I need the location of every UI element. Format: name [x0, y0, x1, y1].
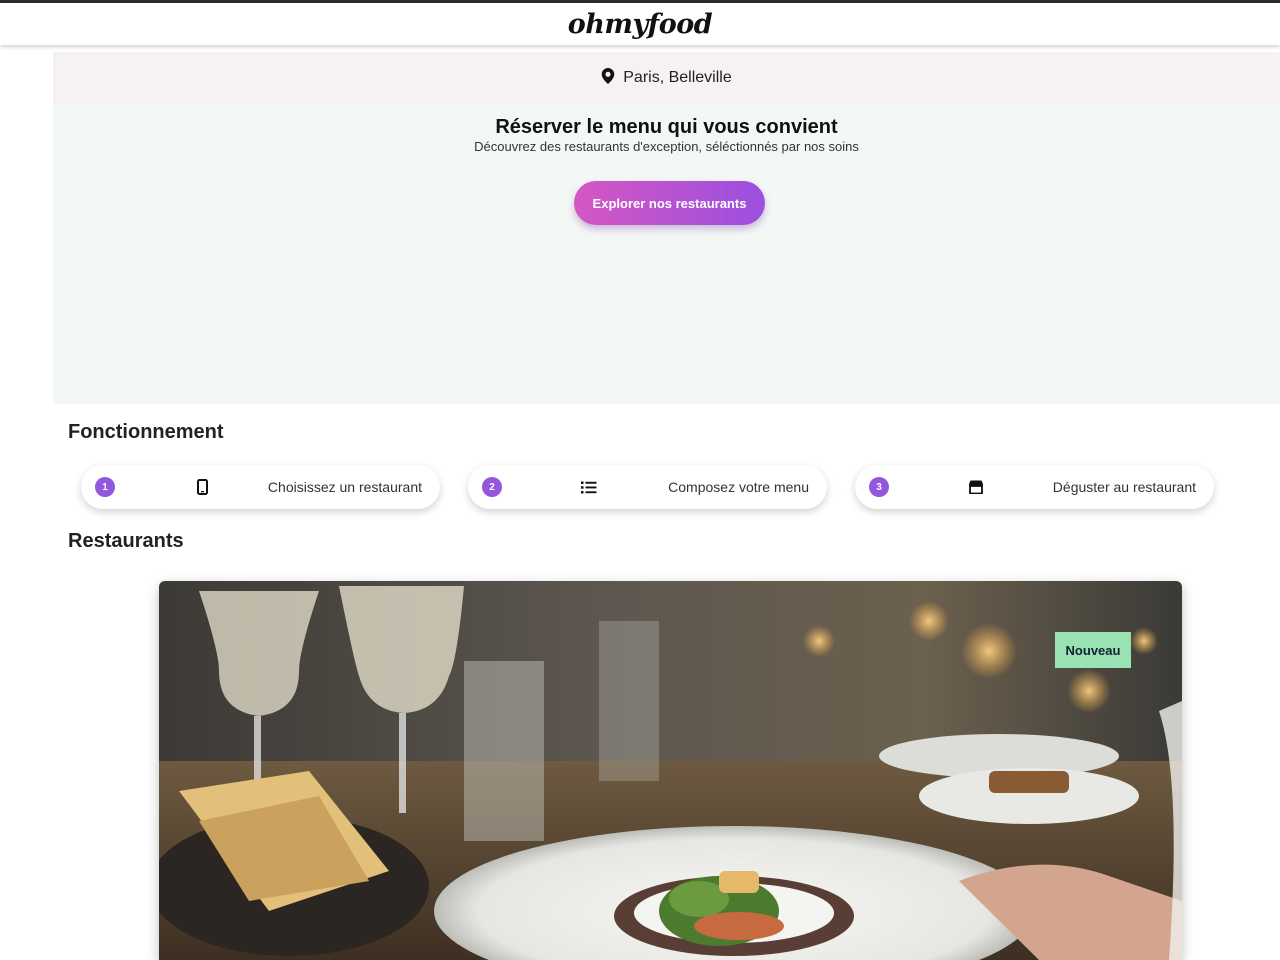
hero-title: Réserver le menu qui vous convient	[495, 116, 838, 138]
step-number: 3	[869, 477, 889, 497]
page-content: Paris, Belleville Réserver le menu qui v…	[53, 45, 1280, 960]
new-badge: Nouveau	[1055, 632, 1131, 668]
step-choose-restaurant: 1 Choisissez un restaurant	[81, 465, 440, 509]
restaurant-table-photo	[159, 581, 1182, 960]
list-icon	[580, 478, 598, 496]
step-number: 1	[95, 477, 115, 497]
location-label: Paris, Belleville	[623, 69, 732, 86]
explore-restaurants-button[interactable]: Explorer nos restaurants	[574, 181, 765, 225]
step-label: Composez votre menu	[668, 479, 809, 495]
step-compose-menu: 2 Composez votre menu	[468, 465, 827, 509]
location-bar: Paris, Belleville	[53, 52, 1280, 104]
step-taste-restaurant: 3 Déguster au restaurant	[855, 465, 1214, 509]
steps-list: 1 Choisissez un restaurant 2 Composez vo…	[81, 465, 1216, 513]
site-header: ohmyfood	[0, 3, 1280, 45]
store-icon	[967, 478, 985, 496]
smartphone-icon	[193, 478, 211, 496]
restaurants-title: Restaurants	[68, 530, 184, 552]
hero-subtitle: Découvrez des restaurants d'exception, s…	[474, 139, 859, 154]
step-label: Déguster au restaurant	[1052, 479, 1196, 495]
ohmyfood-logo[interactable]: ohmyfood	[568, 9, 713, 40]
how-it-works-title: Fonctionnement	[68, 421, 224, 443]
location-pin-icon	[601, 67, 615, 89]
restaurant-card[interactable]: Nouveau	[159, 581, 1182, 960]
step-label: Choisissez un restaurant	[267, 479, 422, 495]
step-number: 2	[482, 477, 502, 497]
hero-section: Réserver le menu qui vous convient Décou…	[53, 104, 1280, 404]
